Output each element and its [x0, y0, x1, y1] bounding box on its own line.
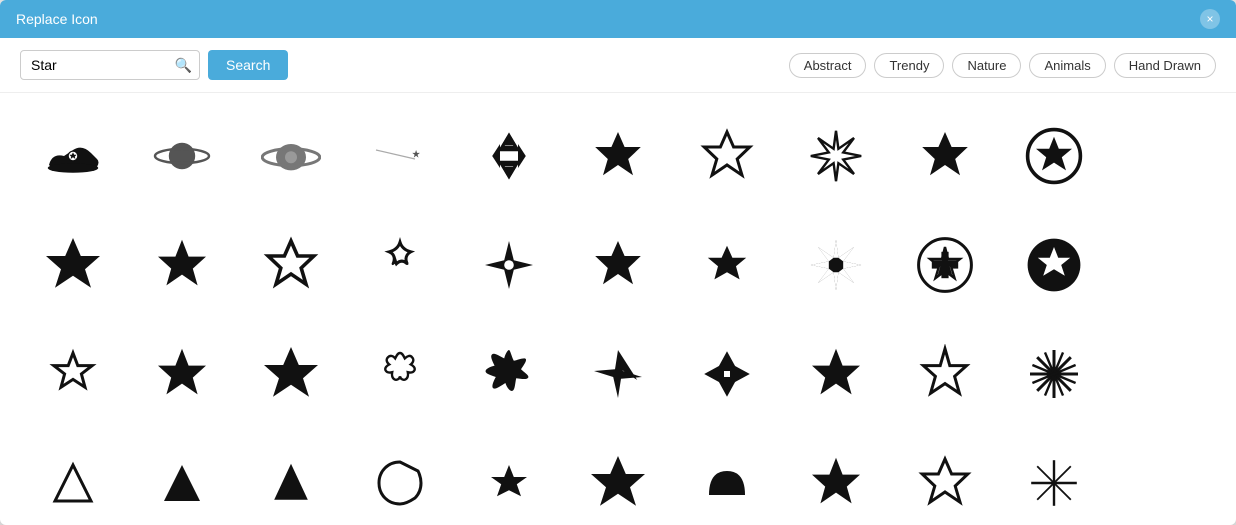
icon-cell[interactable] [238, 212, 343, 317]
icon-cell[interactable] [675, 321, 780, 426]
search-input-wrapper: 🔍 [20, 50, 200, 80]
icon-cell[interactable] [238, 430, 343, 525]
dialog-header: Replace Icon × [0, 0, 1236, 38]
icon-cell[interactable] [20, 103, 125, 208]
toolbar: 🔍 Search Abstract Trendy Nature Animals Hand… [0, 38, 1236, 93]
dialog-title: Replace Icon [16, 11, 98, 27]
icon-cell[interactable] [1002, 103, 1107, 208]
icon-cell[interactable] [129, 103, 234, 208]
category-tag-nature[interactable]: Nature [952, 53, 1021, 78]
icon-cell[interactable] [1002, 321, 1107, 426]
icon-cell[interactable] [675, 430, 780, 525]
icon-cell[interactable] [565, 430, 670, 525]
icon-cell[interactable] [238, 321, 343, 426]
icon-cell[interactable] [129, 212, 234, 317]
icon-cell[interactable] [565, 103, 670, 208]
category-tag-hand-drawn[interactable]: Hand Drawn [1114, 53, 1216, 78]
icon-cell[interactable] [20, 430, 125, 525]
icon-cell[interactable] [347, 103, 452, 208]
icon-cell[interactable] [784, 321, 889, 426]
icon-cell[interactable] [893, 212, 998, 317]
icon-cell[interactable] [456, 103, 561, 208]
icon-cell[interactable] [784, 212, 889, 317]
replace-icon-dialog: Replace Icon × 🔍 Search Abstract Trendy Na… [0, 0, 1236, 525]
search-button[interactable]: Search [208, 50, 288, 80]
icon-cell[interactable] [129, 430, 234, 525]
icon-cell[interactable] [893, 103, 998, 208]
category-tag-abstract[interactable]: Abstract [789, 53, 867, 78]
icon-cell[interactable] [347, 321, 452, 426]
icon-cell[interactable] [347, 430, 452, 525]
icon-cell[interactable] [675, 103, 780, 208]
content-area [0, 93, 1236, 525]
icon-cell[interactable] [238, 103, 343, 208]
icon-cell[interactable] [20, 212, 125, 317]
icon-cell[interactable] [1002, 212, 1107, 317]
icon-cell[interactable] [1111, 430, 1216, 525]
search-input[interactable] [20, 50, 200, 80]
icon-cell[interactable] [675, 212, 780, 317]
icons-grid [0, 93, 1236, 525]
icon-cell[interactable] [784, 103, 889, 208]
search-area: 🔍 Search [20, 50, 288, 80]
icon-cell[interactable] [129, 321, 234, 426]
category-tags: Abstract Trendy Nature Animals Hand Drawn [789, 53, 1216, 78]
icon-cell[interactable] [20, 321, 125, 426]
icon-cell[interactable] [456, 212, 561, 317]
icon-cell[interactable] [347, 212, 452, 317]
icon-cell[interactable] [565, 321, 670, 426]
icon-cell[interactable] [1111, 321, 1216, 426]
category-tag-animals[interactable]: Animals [1029, 53, 1105, 78]
category-tag-trendy[interactable]: Trendy [874, 53, 944, 78]
icon-cell[interactable] [1111, 212, 1216, 317]
icon-cell[interactable] [565, 212, 670, 317]
icon-cell[interactable] [893, 430, 998, 525]
icon-cell[interactable] [784, 430, 889, 525]
icon-cell[interactable] [456, 430, 561, 525]
close-button[interactable]: × [1200, 9, 1220, 29]
icon-cell[interactable] [893, 321, 998, 426]
icon-cell[interactable] [1002, 430, 1107, 525]
icon-cell[interactable] [456, 321, 561, 426]
icon-cell[interactable] [1111, 103, 1216, 208]
